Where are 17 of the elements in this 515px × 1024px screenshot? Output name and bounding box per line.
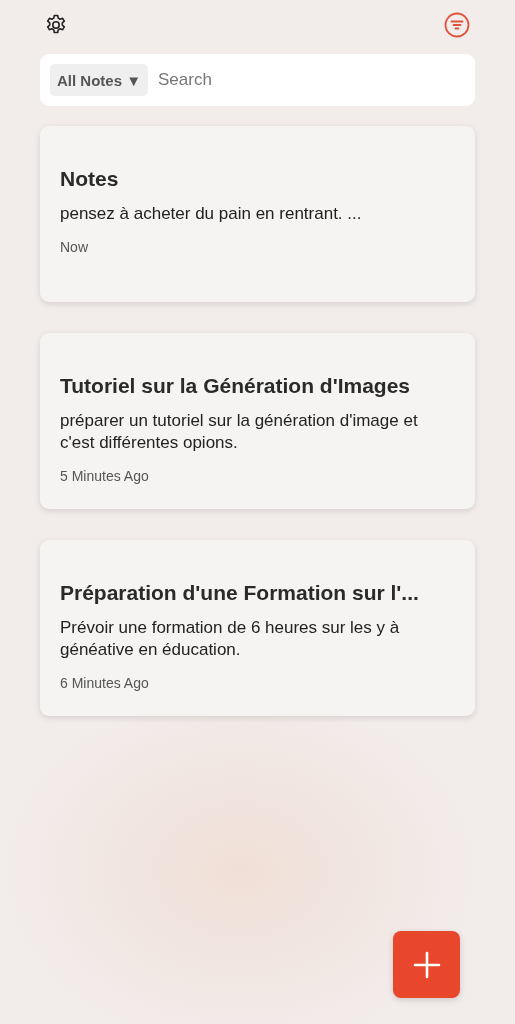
note-title: Tutoriel sur la Génération d'Images [60, 374, 412, 398]
note-card[interactable]: Préparation d'une Formation sur l'... Prévoir une formation de 6 heures sur les y à généative en éducation. 6 Minutes Ago [40, 540, 475, 716]
note-text: pensez à acheter du pain en rentrant. ... [60, 203, 363, 225]
note-text: Prévoir une formation de 6 heures sur les y à généative en éducation. [60, 617, 401, 661]
note-text: préparer un tutoriel sur la génération d'image et c'est différentes opions. [60, 410, 419, 454]
note-time: Now [60, 239, 89, 255]
note-card[interactable]: Notes pensez à acheter du pain en rentrant. ... Now [40, 126, 475, 302]
note-title: Notes [60, 167, 120, 191]
note-card[interactable]: Tutoriel sur la Génération d'Images préparer un tutoriel sur la génération d'image et c'est différentes opions. 5 Minutes Ago [40, 333, 475, 509]
note-time: 5 Minutes Ago [60, 468, 150, 484]
plus-icon [412, 950, 441, 979]
add-button[interactable] [393, 931, 460, 998]
filter-icon[interactable] [444, 12, 470, 38]
search-bar[interactable]: All Notes ▼ Search [40, 54, 475, 106]
filter-dropdown[interactable]: All Notes ▼ [50, 64, 149, 96]
note-time: 6 Minutes Ago [60, 675, 150, 691]
note-title: Préparation d'une Formation sur l'... [60, 581, 420, 605]
